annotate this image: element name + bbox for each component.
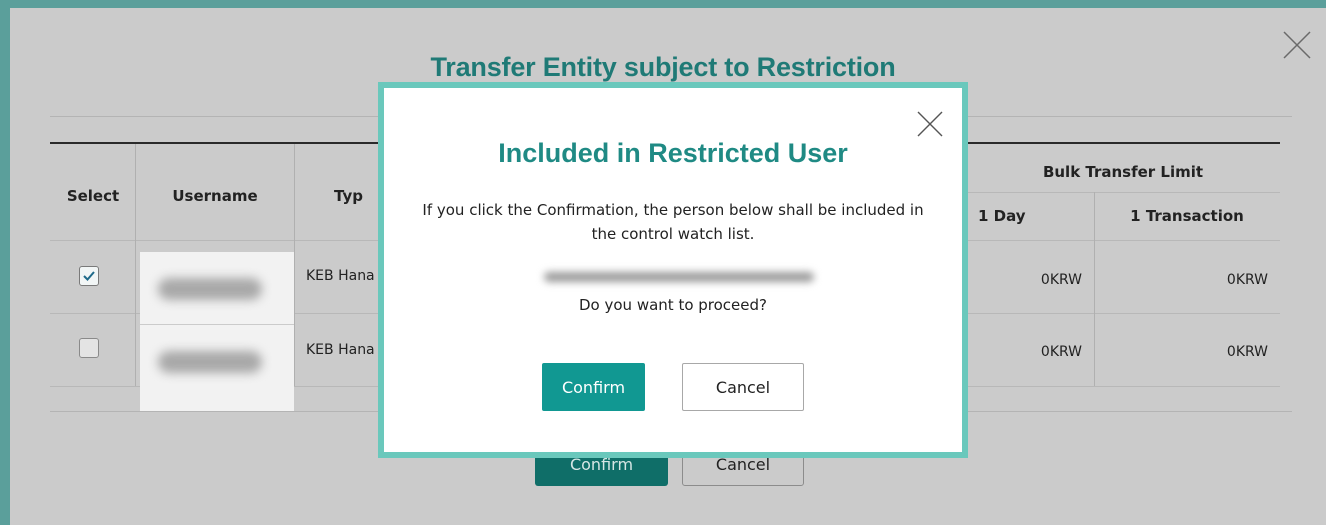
type-cell: KEB Hana [306,342,375,358]
col-divider [1094,192,1095,386]
one-day-cell: 0KRW [1040,272,1082,288]
header-split-line [966,192,1280,193]
type-cell: KEB Hana [306,268,375,284]
modal-title: Included in Restricted User [498,138,848,168]
row-checkbox[interactable] [79,338,99,358]
cancel-button[interactable]: Cancel [682,363,804,411]
header-1-transaction: 1 Transaction [1130,207,1244,225]
confirm-button[interactable]: Confirm [542,363,645,411]
row-checkbox[interactable] [79,266,99,286]
header-1-day: 1 Day [978,207,1026,225]
header-select: Select [66,187,120,205]
one-transaction-cell: 0KRW [1226,344,1268,360]
col-divider [135,144,136,386]
outer-dialog-title: Transfer Entity subject to Restriction [430,52,896,82]
modal-message: If you click the Confirmation, the perso… [422,201,924,243]
username-redacted [140,325,294,411]
restricted-user-modal: Included in Restricted User If you click… [378,82,968,458]
modal-question: Do you want to proceed? [579,296,767,314]
username-redacted [140,252,294,324]
close-icon[interactable] [916,110,944,138]
header-username: Username [172,187,258,205]
col-divider [294,144,295,386]
one-day-cell: 0KRW [1040,344,1082,360]
header-bulk-transfer-limit: Bulk Transfer Limit [1042,163,1204,181]
one-transaction-cell: 0KRW [1226,272,1268,288]
redacted-user-name [544,270,814,286]
